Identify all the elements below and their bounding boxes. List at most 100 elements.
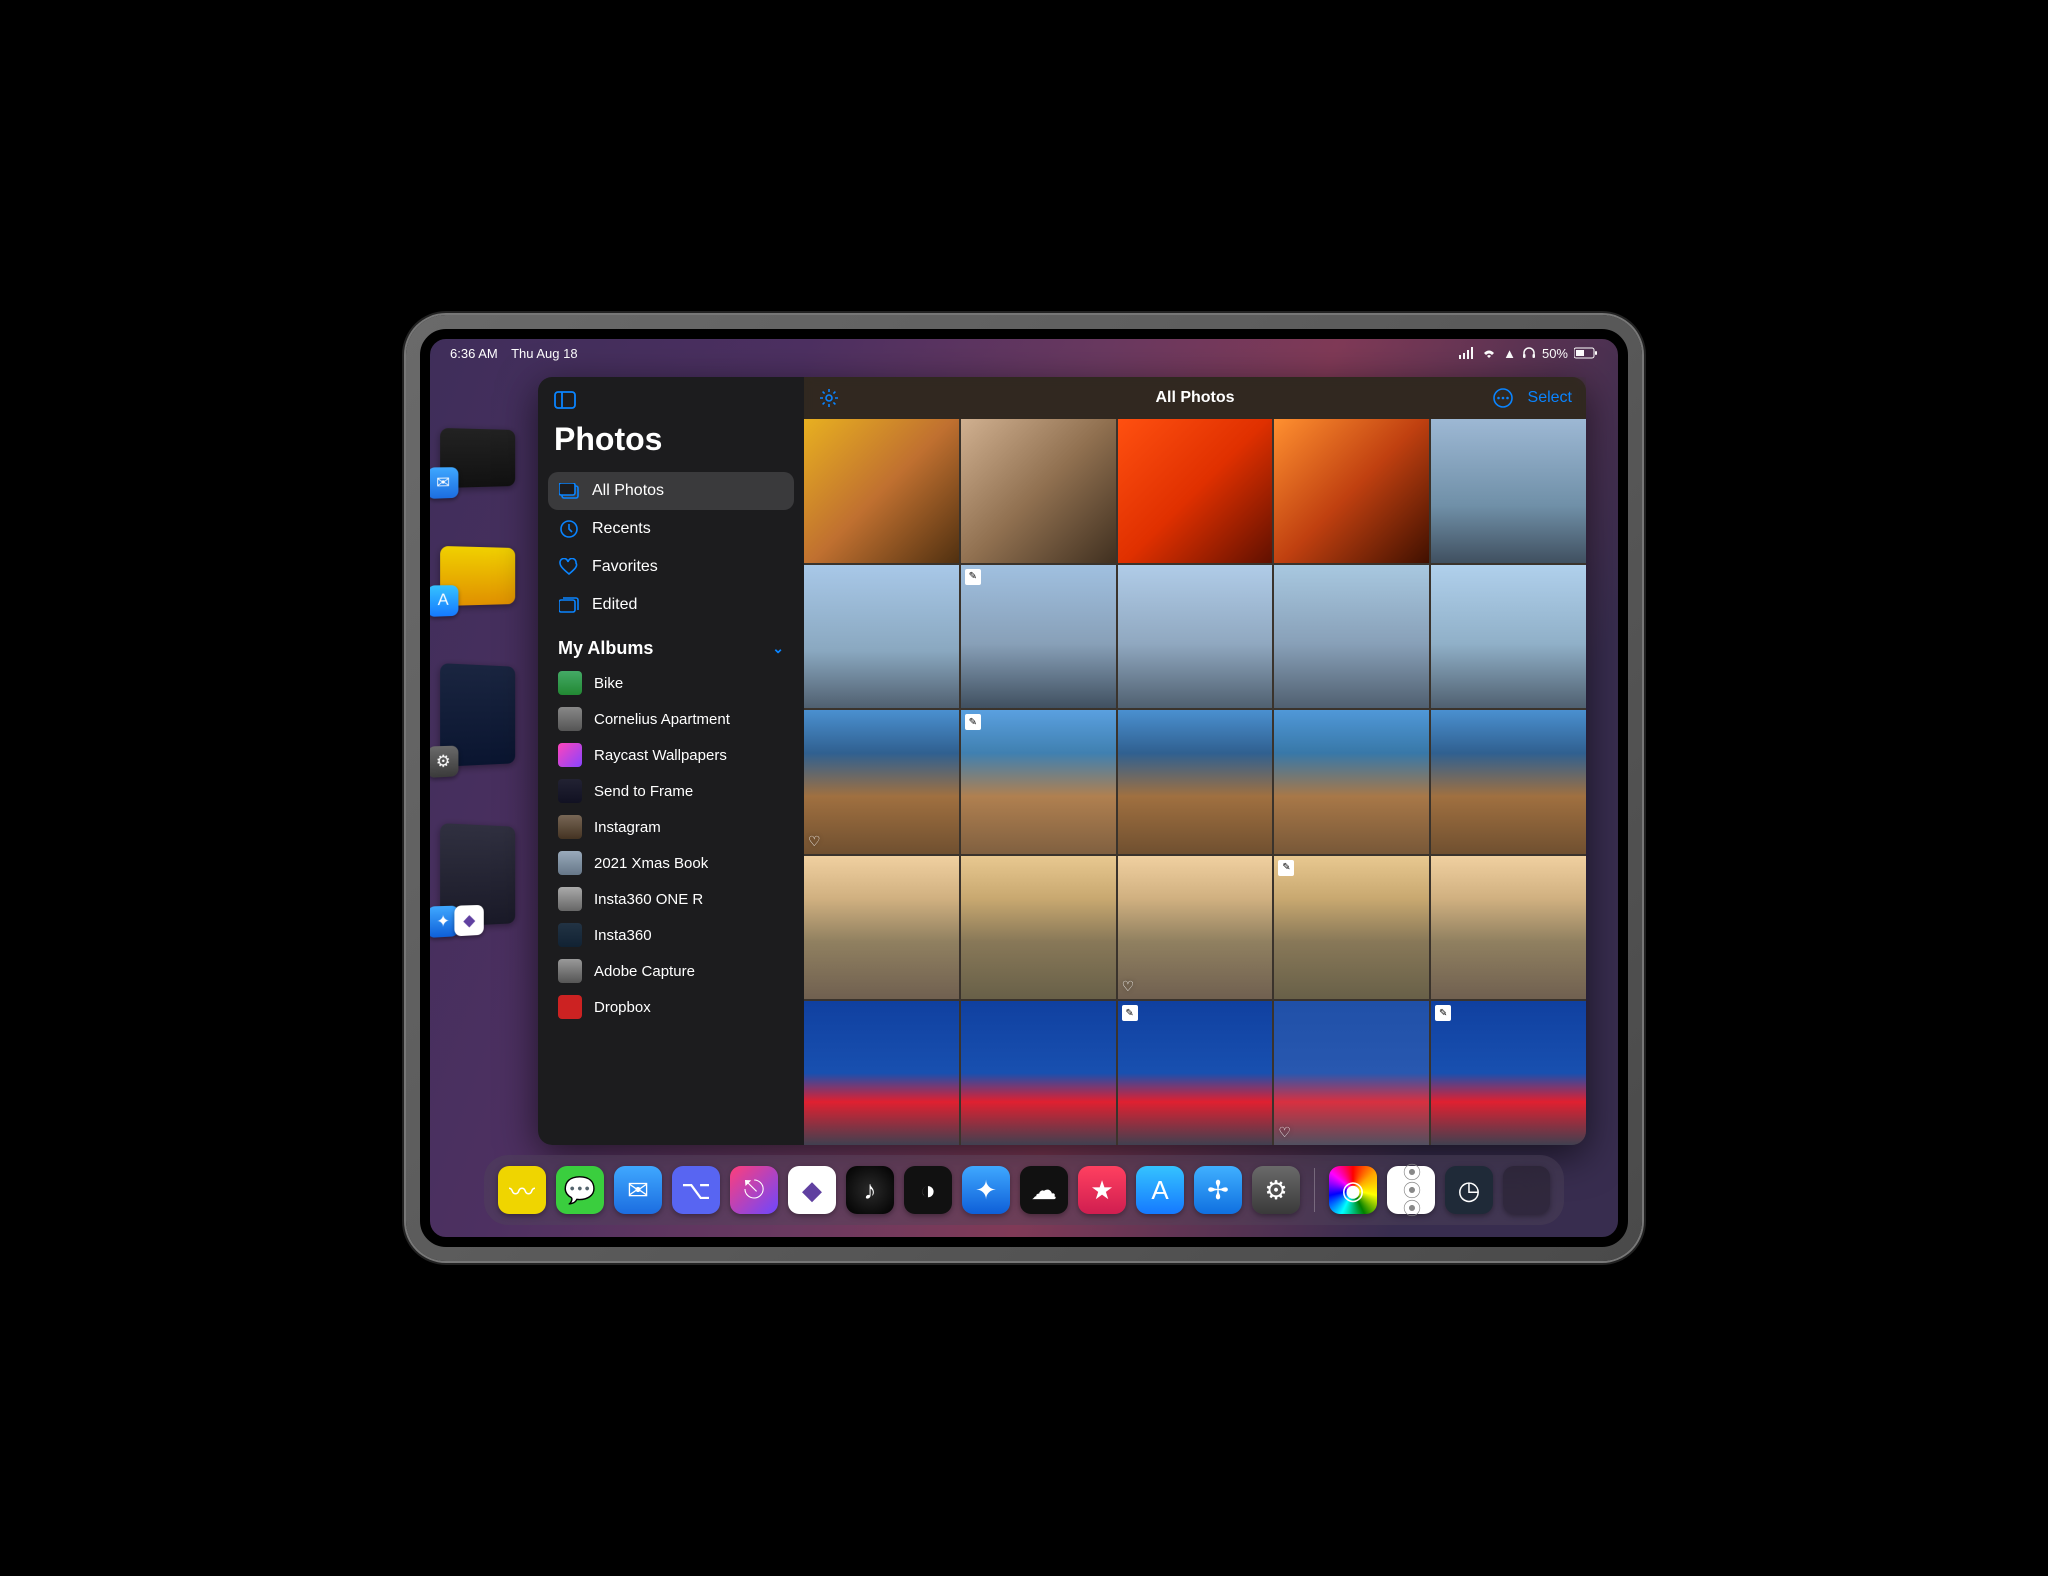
photo-thumb[interactable]: [1274, 565, 1429, 709]
photo-thumb[interactable]: [1431, 710, 1586, 854]
dock-icon-craft[interactable]: 〰: [498, 1166, 546, 1214]
album-bike[interactable]: Bike: [548, 665, 794, 701]
favorite-heart-icon: ♡: [808, 833, 821, 850]
dock-icon-atlas[interactable]: ✢: [1194, 1166, 1242, 1214]
photo-thumb[interactable]: [804, 419, 959, 563]
select-button[interactable]: Select: [1528, 389, 1572, 407]
album-instagram[interactable]: Instagram: [548, 809, 794, 845]
photo-thumb[interactable]: ✎: [961, 710, 1116, 854]
dock-icon-appstore[interactable]: A: [1136, 1166, 1184, 1214]
sidebar-label: All Photos: [592, 482, 664, 500]
dock-icon-reminders[interactable]: ⦿⦿⦿: [1387, 1166, 1435, 1214]
stack-icon: [558, 594, 580, 616]
dock-icon-discord[interactable]: ⌥: [672, 1166, 720, 1214]
sidebar-item-edited[interactable]: Edited: [548, 586, 794, 624]
album-dropbox[interactable]: Dropbox: [548, 989, 794, 1025]
dock-icon-icloud[interactable]: ☁: [1020, 1166, 1068, 1214]
album-frame[interactable]: Send to Frame: [548, 773, 794, 809]
dock-icon-color[interactable]: ◉: [1329, 1166, 1377, 1214]
photo-thumb[interactable]: [961, 419, 1116, 563]
photo-thumb[interactable]: [1274, 419, 1429, 563]
dock-separator: [1314, 1168, 1315, 1212]
ipad-screen: 6:36 AM Thu Aug 18 ▲ 50%: [420, 329, 1628, 1247]
dock-icon-safari[interactable]: ✦: [962, 1166, 1010, 1214]
sidebar-toggle-icon[interactable]: [554, 391, 576, 409]
chevron-down-icon: ⌄: [772, 640, 784, 657]
photo-thumb[interactable]: [1118, 710, 1273, 854]
photo-thumb[interactable]: [1431, 856, 1586, 1000]
app-title: Photos: [554, 421, 788, 458]
photos-window: Photos All Photos Recents: [538, 377, 1586, 1145]
photo-thumb[interactable]: [1118, 419, 1273, 563]
album-insta360oner[interactable]: Insta360 ONE R: [548, 881, 794, 917]
dock-icon-messages[interactable]: 💬: [556, 1166, 604, 1214]
sidebar-item-recents[interactable]: Recents: [548, 510, 794, 548]
dock-icon-star[interactable]: ★: [1078, 1166, 1126, 1214]
photo-thumb[interactable]: ♡: [1274, 1001, 1429, 1145]
heart-icon: [558, 556, 580, 578]
obsidian-icon: ◆: [454, 905, 483, 937]
edited-badge-icon: ✎: [1435, 1005, 1451, 1021]
status-bar: 6:36 AM Thu Aug 18 ▲ 50%: [430, 339, 1618, 363]
airplay-icon: ▲: [1503, 346, 1516, 361]
photo-thumb[interactable]: [1431, 565, 1586, 709]
section-header-my-albums[interactable]: My Albums ⌄: [548, 624, 794, 665]
sidebar-item-favorites[interactable]: Favorites: [548, 548, 794, 586]
stage-manager-strip: ✉ A ⚙ ✦ ◆: [440, 429, 532, 925]
edited-badge-icon: ✎: [965, 569, 981, 585]
sidebar: Photos All Photos Recents: [538, 377, 804, 1145]
wifi-icon: [1481, 347, 1497, 359]
photo-thumb[interactable]: [804, 856, 959, 1000]
mail-icon: ✉: [428, 467, 459, 499]
favorite-heart-icon: ♡: [1122, 978, 1135, 995]
photo-thumb[interactable]: [804, 565, 959, 709]
ipad-device: 6:36 AM Thu Aug 18 ▲ 50%: [406, 315, 1642, 1261]
photo-grid[interactable]: ✎ ♡ ✎ ♡ ✎ ✎ ♡ ✎: [804, 419, 1586, 1145]
appstore-icon: A: [428, 585, 459, 617]
album-insta360[interactable]: Insta360: [548, 917, 794, 953]
photo-thumb[interactable]: [961, 856, 1116, 1000]
photo-thumb[interactable]: [1431, 419, 1586, 563]
section-label: My Albums: [558, 638, 653, 659]
stage-item-2[interactable]: A: [440, 546, 515, 606]
photo-thumb[interactable]: ♡: [1118, 856, 1273, 1000]
stage-item-4[interactable]: ✦ ◆: [440, 823, 515, 927]
dock: 〰💬✉⌥⎋◆♪◑✦☁★A✢⚙ ◉⦿⦿⦿◷: [484, 1155, 1564, 1225]
photo-thumb[interactable]: [804, 1001, 959, 1145]
album-xmas[interactable]: 2021 Xmas Book: [548, 845, 794, 881]
stage-item-1[interactable]: ✉: [440, 428, 515, 488]
content-title: All Photos: [804, 389, 1586, 407]
content-toolbar: All Photos Select: [804, 377, 1586, 419]
photo-thumb[interactable]: ✎: [1431, 1001, 1586, 1145]
dock-icon-shortcuts[interactable]: ⎋: [730, 1166, 778, 1214]
photos-library-icon: [558, 480, 580, 502]
album-raycast[interactable]: Raycast Wallpapers: [548, 737, 794, 773]
dock-icon-music[interactable]: ♪: [846, 1166, 894, 1214]
more-icon[interactable]: [1492, 387, 1514, 409]
album-cornelius[interactable]: Cornelius Apartment: [548, 701, 794, 737]
gear-icon[interactable]: [818, 387, 840, 409]
stage-item-3[interactable]: ⚙: [440, 663, 515, 767]
dock-recent-group: ◉⦿⦿⦿◷: [1329, 1166, 1493, 1214]
dock-app-switcher[interactable]: [1503, 1166, 1550, 1214]
edited-badge-icon: ✎: [1278, 860, 1294, 876]
dock-icon-mail[interactable]: ✉: [614, 1166, 662, 1214]
dock-icon-activity[interactable]: ◑: [904, 1166, 952, 1214]
battery-percent: 50%: [1542, 346, 1568, 361]
dock-main-group: 〰💬✉⌥⎋◆♪◑✦☁★A✢⚙: [498, 1166, 1300, 1214]
settings-icon: ⚙: [428, 746, 459, 778]
sidebar-item-all-photos[interactable]: All Photos: [548, 472, 794, 510]
photo-thumb[interactable]: ✎: [1118, 1001, 1273, 1145]
favorite-heart-icon: ♡: [1278, 1124, 1291, 1141]
photo-thumb[interactable]: ✎: [1274, 856, 1429, 1000]
dock-icon-speedtest[interactable]: ◷: [1445, 1166, 1493, 1214]
photo-thumb[interactable]: [1118, 565, 1273, 709]
photo-thumb[interactable]: ✎: [961, 565, 1116, 709]
photo-thumb[interactable]: [1274, 710, 1429, 854]
dock-icon-obsidian[interactable]: ◆: [788, 1166, 836, 1214]
dock-icon-settings[interactable]: ⚙: [1252, 1166, 1300, 1214]
photo-thumb[interactable]: [961, 1001, 1116, 1145]
album-adobe[interactable]: Adobe Capture: [548, 953, 794, 989]
battery-icon: [1574, 347, 1598, 359]
photo-thumb[interactable]: ♡: [804, 710, 959, 854]
